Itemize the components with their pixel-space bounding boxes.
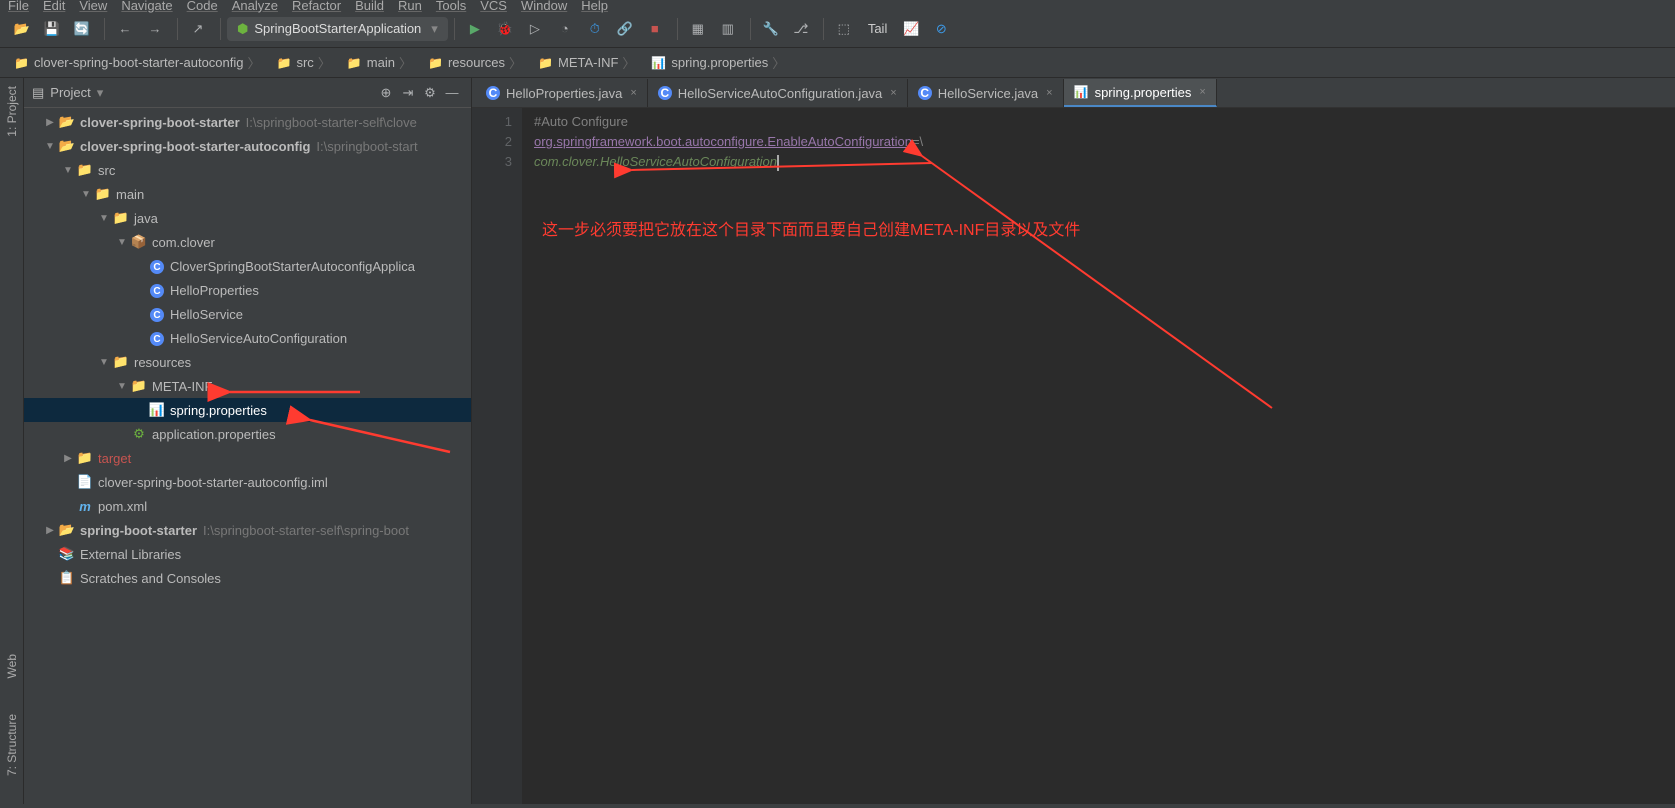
crumb-3[interactable]: 📁resources [420, 51, 530, 74]
run-config-selector[interactable]: ⬢ SpringBootStarterApplication ▾ [227, 17, 448, 41]
settings-icon[interactable]: ⚙ [419, 85, 441, 101]
structure-icon[interactable]: ⬚ [830, 16, 858, 42]
tab-close-icon[interactable]: × [1199, 86, 1205, 98]
left-tool-rail: 1: Project Web 7: Structure [0, 78, 24, 804]
project-panel: ▤ Project ▾ ⊕ ⇥ ⚙ — ▶📂clover-spring-boot… [24, 78, 472, 804]
tree-row-12[interactable]: 📊spring.properties [24, 398, 471, 422]
tree-row-7[interactable]: CHelloProperties [24, 278, 471, 302]
save-icon[interactable]: 💾 [38, 16, 66, 42]
no-icon[interactable]: ⊘ [927, 16, 955, 42]
run-config-label: SpringBootStarterApplication [254, 21, 421, 36]
tree-row-4[interactable]: ▼📁java [24, 206, 471, 230]
tree-row-0[interactable]: ▶📂clover-spring-boot-starterI:\springboo… [24, 110, 471, 134]
menu-window[interactable]: Window [521, 0, 567, 13]
breadcrumb-bar: 📁clover-spring-boot-starter-autoconfig📁s… [0, 48, 1675, 78]
tree-row-9[interactable]: CHelloServiceAutoConfiguration [24, 326, 471, 350]
spring-icon: ⬢ [237, 21, 248, 37]
git-icon[interactable]: ⎇ [787, 16, 815, 42]
tab-3[interactable]: 📊spring.properties× [1064, 79, 1217, 107]
tree-row-6[interactable]: CCloverSpringBootStarterAutoconfigApplic… [24, 254, 471, 278]
tree-row-1[interactable]: ▼📂clover-spring-boot-starter-autoconfigI… [24, 134, 471, 158]
tree-row-17[interactable]: ▶📂spring-boot-starterI:\springboot-start… [24, 518, 471, 542]
crumb-2[interactable]: 📁main [339, 51, 420, 74]
editor-body[interactable]: 1 2 3 #Auto Configure org.springframewor… [472, 108, 1675, 804]
tree-row-5[interactable]: ▼📦com.clover [24, 230, 471, 254]
tree-row-11[interactable]: ▼📁META-INF [24, 374, 471, 398]
debug-icon[interactable]: 🐞 [491, 16, 519, 42]
crumb-4[interactable]: 📁META-INF [530, 51, 643, 74]
tree-row-3[interactable]: ▼📁main [24, 182, 471, 206]
tree-row-8[interactable]: CHelloService [24, 302, 471, 326]
tab-2[interactable]: CHelloService.java× [908, 79, 1064, 107]
collapse-icon[interactable]: ⇥ [397, 85, 419, 101]
panel-title: Project [50, 85, 90, 100]
menu-code[interactable]: Code [187, 0, 218, 13]
line-gutter: 1 2 3 [472, 108, 522, 804]
sync-icon[interactable]: 🔄 [68, 16, 96, 42]
menu-vcs[interactable]: VCS [480, 0, 507, 13]
tab-1[interactable]: CHelloServiceAutoConfiguration.java× [648, 79, 908, 107]
menu-edit[interactable]: Edit [43, 0, 65, 13]
project-panel-header: ▤ Project ▾ ⊕ ⇥ ⚙ — [24, 78, 471, 108]
tree-row-16[interactable]: mpom.xml [24, 494, 471, 518]
menu-build[interactable]: Build [355, 0, 384, 13]
tree-row-13[interactable]: ⚙application.properties [24, 422, 471, 446]
attach-icon[interactable]: 🔗 [611, 16, 639, 42]
tree-row-2[interactable]: ▼📁src [24, 158, 471, 182]
tree-row-10[interactable]: ▼📁resources [24, 350, 471, 374]
crumb-5[interactable]: 📊spring.properties [643, 51, 793, 74]
stop-icon[interactable]: ■ [641, 16, 669, 42]
rail-project[interactable]: 1: Project [5, 78, 19, 145]
menu-navigate[interactable]: Navigate [121, 0, 172, 13]
menu-analyze[interactable]: Analyze [232, 0, 278, 13]
code-line-3: com.clover.HelloServiceAutoConfiguration [534, 154, 777, 169]
menu-refactor[interactable]: Refactor [292, 0, 341, 13]
rail-structure[interactable]: 7: Structure [5, 706, 19, 784]
hide-icon[interactable]: — [441, 85, 463, 100]
layout2-icon[interactable]: ▥ [714, 16, 742, 42]
tree-row-14[interactable]: ▶📁target [24, 446, 471, 470]
tree-row-18[interactable]: 📚External Libraries [24, 542, 471, 566]
forward-icon[interactable]: → [141, 16, 169, 42]
menu-tools[interactable]: Tools [436, 0, 466, 13]
editor-tabs: CHelloProperties.java×CHelloServiceAutoC… [472, 78, 1675, 108]
menu-bar: File Edit View Navigate Code Analyze Refactor B… [0, 0, 1675, 10]
up-icon[interactable]: ↗ [184, 16, 212, 42]
layout-icon[interactable]: ▦ [684, 16, 712, 42]
tree-row-15[interactable]: 📄clover-spring-boot-starter-autoconfig.i… [24, 470, 471, 494]
tree-row-19[interactable]: 📋Scratches and Consoles [24, 566, 471, 590]
tab-close-icon[interactable]: × [1046, 87, 1052, 99]
crumb-1[interactable]: 📁src [269, 51, 339, 74]
open-icon[interactable]: 📂 [8, 16, 36, 42]
menu-file[interactable]: File [8, 0, 29, 13]
run-icon[interactable]: ▶ [461, 16, 489, 42]
locate-icon[interactable]: ⊕ [375, 85, 397, 101]
tab-close-icon[interactable]: × [630, 87, 636, 99]
code-line-1: #Auto Configure [534, 114, 628, 129]
chart-icon[interactable]: 📈 [897, 16, 925, 42]
tail-label[interactable]: Tail [868, 21, 888, 36]
tab-close-icon[interactable]: × [890, 87, 896, 99]
wrench-icon[interactable]: 🔧 [757, 16, 785, 42]
code-content[interactable]: #Auto Configure org.springframework.boot… [522, 108, 1675, 804]
stopwatch-icon[interactable]: ⏱ [581, 16, 609, 42]
rail-web[interactable]: Web [5, 646, 19, 686]
project-tree[interactable]: ▶📂clover-spring-boot-starterI:\springboo… [24, 108, 471, 804]
code-line-2-key: org.springframework.boot.autoconfigure.E… [534, 134, 912, 149]
menu-run[interactable]: Run [398, 0, 422, 13]
tab-0[interactable]: CHelloProperties.java× [476, 79, 648, 107]
menu-help[interactable]: Help [581, 0, 608, 13]
main-toolbar: 📂 💾 🔄 ← → ↗ ⬢ SpringBootStarterApplicati… [0, 10, 1675, 48]
crumb-0[interactable]: 📁clover-spring-boot-starter-autoconfig [6, 51, 269, 74]
menu-view[interactable]: View [79, 0, 107, 13]
coverage-icon[interactable]: ▷ [521, 16, 549, 42]
editor-area: CHelloProperties.java×CHelloServiceAutoC… [472, 78, 1675, 804]
profile-icon[interactable]: ◔ [551, 16, 579, 42]
back-icon[interactable]: ← [111, 16, 139, 42]
